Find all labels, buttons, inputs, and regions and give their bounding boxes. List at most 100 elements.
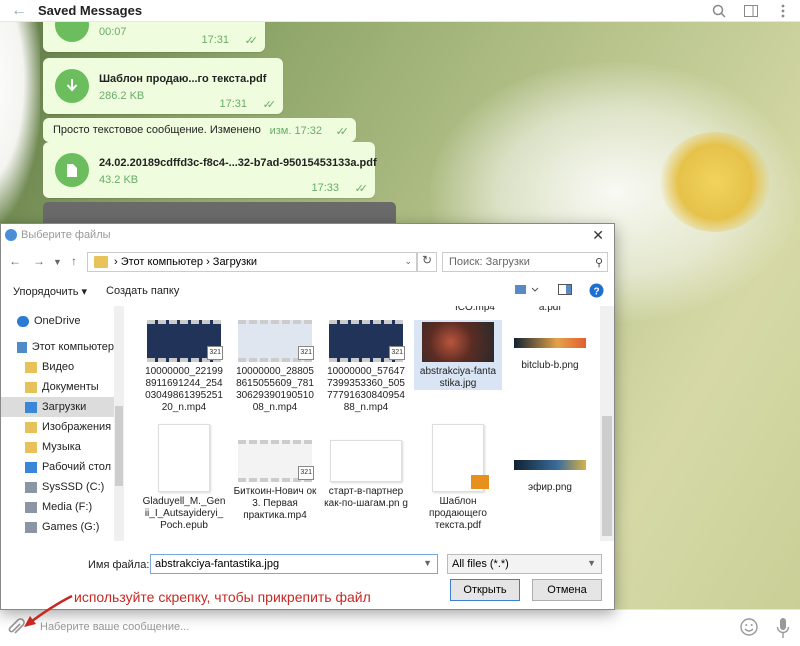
file-name: Шаблон продающего текста.pdf [429, 496, 487, 531]
sidebar-item-images[interactable]: Изображения [1, 417, 114, 437]
search-icon: ⚲ [594, 257, 603, 269]
microphone-icon[interactable] [776, 617, 790, 639]
sidebar-label: Изображения [42, 421, 112, 433]
message-file[interactable]: Шаблон продаю...го текста.pdf 286.2 KB 1… [43, 58, 283, 114]
file-name: 10000000_57647 7399353360_505 7779163084… [327, 366, 405, 413]
more-menu-icon[interactable] [774, 2, 792, 20]
address-bar[interactable]: › Этот компьютер › Загрузки ⌄ [87, 252, 417, 272]
file-item[interactable]: эфир.png [506, 456, 594, 494]
sidebar-item-this-pc[interactable]: Этот компьютер [1, 337, 114, 357]
message-time: 17:31 [219, 98, 247, 110]
organize-button[interactable]: Упорядочить ▾ [13, 285, 87, 298]
file-name: Шаблон продаю...го текста.pdf [99, 73, 267, 85]
read-checks-icon: ✓✓ [262, 99, 277, 111]
pdf-icon [432, 424, 489, 492]
search-input[interactable]: Поиск: Загрузки ⚲ [442, 252, 608, 272]
forward-icon[interactable]: → [33, 254, 45, 268]
sidebar-label: Этот компьютер [31, 341, 114, 353]
file-name: Биткоин-Нович ок 3. Первая практика.mp4 [233, 486, 317, 521]
composer: Наберите ваше сообщение... [0, 609, 800, 646]
message-text[interactable]: Просто текстовое сообщение. Изменено изм… [43, 118, 356, 142]
video-thumbnail: 321 [329, 320, 405, 362]
sidebar-item-documents[interactable]: Документы [1, 377, 114, 397]
play-icon[interactable] [55, 22, 89, 42]
video-thumbnail: 321 [238, 440, 314, 482]
up-icon[interactable]: ↑ [71, 254, 77, 268]
message-time: изм. 17:32 [269, 125, 322, 137]
chat-title: Saved Messages [38, 3, 143, 18]
sidebar-item-desktop[interactable]: Рабочий стол [1, 457, 114, 477]
recent-dropdown-icon[interactable]: ▼ [53, 257, 62, 267]
download-icon[interactable] [55, 69, 89, 103]
images-folder-icon [25, 421, 37, 433]
sidebar-item-downloads[interactable]: Загрузки [1, 397, 114, 417]
file-name: bitclub-b.png [521, 360, 579, 371]
file-name: 24.02.20189cdffd3c-f8c4-...32-b7ad-95015… [99, 157, 377, 169]
music-folder-icon [25, 441, 37, 453]
filename-input[interactable]: abstrakciya-fantastika.jpg ▼ [150, 554, 438, 574]
breadcrumb-downloads[interactable]: Загрузки [213, 256, 257, 268]
search-icon[interactable] [710, 2, 728, 20]
video-badge: 321 [298, 466, 314, 480]
preview-pane-icon[interactable] [558, 283, 572, 300]
file-icon[interactable] [55, 153, 89, 187]
sidebar-item-onedrive[interactable]: OneDrive [1, 311, 114, 331]
video-badge: 321 [207, 346, 223, 360]
file-item[interactable]: старт-в-партнер как-по-шагам.pn g [322, 440, 410, 510]
view-mode-icon[interactable] [514, 283, 540, 300]
file-size: 286.2 KB [99, 90, 145, 102]
sidebar-item-video[interactable]: Видео [1, 357, 114, 377]
file-item-selected[interactable]: abstrakciya-fanta stika.jpg [414, 320, 502, 390]
file-name: старт-в-партнер как-по-шагам.pn g [324, 486, 408, 509]
cancel-button[interactable]: Отмена [532, 579, 602, 601]
message-time: 17:31 [201, 34, 229, 46]
sidebar-item-drive-g[interactable]: Games (G:) [1, 517, 114, 537]
sidebar-item-drive-f[interactable]: Media (F:) [1, 497, 114, 517]
file-item[interactable]: 321 Биткоин-Нович ок 3. Первая практика.… [231, 440, 319, 522]
hint-arrow-icon [24, 594, 73, 627]
sidebar-item-music[interactable]: Музыка [1, 437, 114, 457]
file-size: 43.2 KB [99, 174, 139, 186]
documents-folder-icon [25, 381, 37, 393]
image-thumbnail [514, 338, 586, 348]
file-list: ICO.mp4 a.pdf 321 10000000_22199 8911691… [126, 306, 600, 541]
sidebar-scrollbar[interactable] [114, 306, 124, 541]
file-name: 10000000_22199 8911691244_254 0304986139… [145, 366, 223, 413]
video-folder-icon [25, 361, 37, 373]
read-checks-icon: ✓✓ [354, 183, 369, 195]
file-item[interactable]: bitclub-b.png [506, 320, 594, 372]
computer-icon [17, 341, 27, 353]
file-name: эфир.png [528, 482, 572, 493]
file-item[interactable]: a.pdf [506, 306, 594, 314]
file-item[interactable]: 321 10000000_57647 7399353360_505 777916… [322, 320, 410, 414]
file-item[interactable]: 321 10000000_28805 8615055609_781 306293… [231, 320, 319, 414]
close-icon[interactable]: ✕ [592, 227, 604, 244]
video-thumbnail: 321 [238, 320, 314, 362]
emoji-icon[interactable] [740, 618, 758, 636]
file-item[interactable]: Шаблон продающего текста.pdf [414, 424, 502, 532]
help-icon[interactable]: ? [589, 283, 604, 301]
back-arrow-icon[interactable]: ← [0, 2, 38, 20]
refresh-icon[interactable]: ↻ [417, 252, 437, 272]
filename-label: Имя файла: [88, 559, 150, 571]
chevron-down-icon[interactable]: ▼ [423, 558, 432, 568]
breadcrumb-this-pc[interactable]: Этот компьютер [121, 256, 203, 268]
message-audio[interactable]: 00:07 17:31 ✓✓ [43, 22, 265, 52]
sidebar-toggle-icon[interactable] [742, 2, 760, 20]
desktop-folder-icon [25, 461, 37, 473]
drive-icon [25, 501, 37, 513]
sidebar-item-drive-c[interactable]: SysSSD (C:) [1, 477, 114, 497]
message-time: 17:33 [311, 182, 339, 194]
message-body: Просто текстовое сообщение. Изменено [53, 124, 261, 136]
file-item[interactable]: 321 10000000_22199 8911691244_254 030498… [140, 320, 228, 414]
back-icon[interactable]: ← [9, 254, 21, 268]
chevron-down-icon[interactable]: ⌄ [404, 256, 412, 267]
filetype-select[interactable]: All files (*.*) ▼ [447, 554, 602, 574]
message-file[interactable]: 24.02.20189cdffd3c-f8c4-...32-b7ad-95015… [43, 142, 377, 198]
file-item[interactable]: Gladuyell_M._Gen ii_I_Autsayideryi_ Poch… [140, 424, 228, 532]
new-folder-button[interactable]: Создать папку [106, 285, 179, 297]
file-name: Gladuyell_M._Gen ii_I_Autsayideryi_ Poch… [142, 496, 226, 531]
file-list-scrollbar[interactable] [600, 306, 614, 541]
open-button[interactable]: Открыть [450, 579, 520, 601]
chevron-down-icon[interactable]: ▼ [587, 558, 596, 568]
